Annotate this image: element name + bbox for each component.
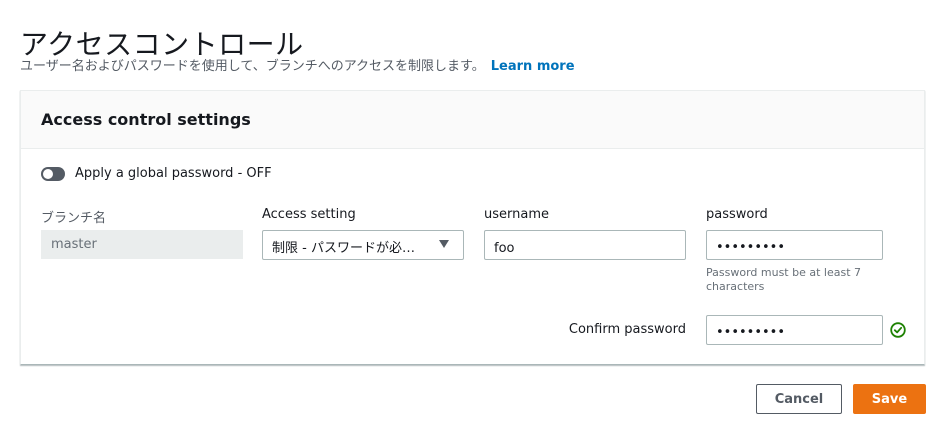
panel-header: Access control settings <box>21 91 924 149</box>
password-column-label: password <box>706 207 768 222</box>
branch-name-value: master <box>41 230 243 259</box>
username-column-label: username <box>484 207 549 222</box>
global-password-toggle[interactable] <box>41 166 65 181</box>
confirm-password-input[interactable] <box>706 315 883 345</box>
save-button[interactable]: Save <box>853 384 926 414</box>
access-setting-column-label: Access setting <box>262 207 356 222</box>
global-password-toggle-row: Apply a global password - OFF <box>41 166 272 181</box>
panel-title: Access control settings <box>41 110 251 129</box>
access-control-panel: Access control settings Apply a global p… <box>20 90 925 365</box>
page-description: ユーザー名およびパスワードを使用して、ブランチへのアクセスを制限します。 Lear… <box>20 55 575 74</box>
username-input[interactable] <box>484 230 686 260</box>
description-text: ユーザー名およびパスワードを使用して、ブランチへのアクセスを制限します。 <box>20 59 485 74</box>
password-input[interactable] <box>706 230 883 260</box>
caret-down-icon <box>439 240 449 248</box>
access-setting-select[interactable]: 制限 - パスワードが必… <box>262 230 464 260</box>
branch-column-label: ブランチ名 <box>41 211 107 226</box>
cancel-button[interactable]: Cancel <box>756 384 842 414</box>
confirm-password-label: Confirm password <box>568 322 686 337</box>
password-hint: Password must be at least 7 characters <box>706 266 862 293</box>
learn-more-link[interactable]: Learn more <box>491 59 575 74</box>
toggle-label: Apply a global password - OFF <box>75 166 272 181</box>
check-circle-icon <box>890 322 906 338</box>
